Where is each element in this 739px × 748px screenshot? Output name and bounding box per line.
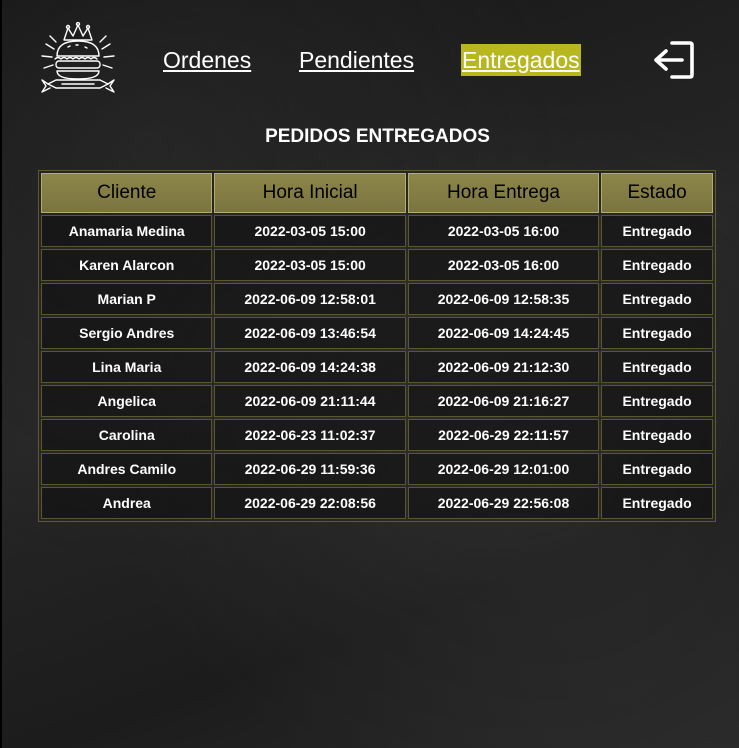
table-row: Angelica 2022-06-09 21:11:44 2022-06-09 … <box>41 385 713 417</box>
column-header-estado: Estado <box>601 173 713 213</box>
delivered-orders-table: Cliente Hora Inicial Hora Entrega Estado… <box>38 170 716 522</box>
cell-hora-inicial: 2022-06-29 11:59:36 <box>214 453 406 485</box>
cell-estado: Entregado <box>601 487 713 519</box>
cell-estado: Entregado <box>601 419 713 451</box>
cell-estado: Entregado <box>601 283 713 315</box>
cell-hora-inicial: 2022-06-09 12:58:01 <box>214 283 406 315</box>
cell-estado: Entregado <box>601 215 713 247</box>
cell-estado: Entregado <box>601 249 713 281</box>
cell-estado: Entregado <box>601 317 713 349</box>
nav-ordenes-link[interactable]: Ordenes <box>163 44 251 76</box>
cell-hora-inicial: 2022-03-05 15:00 <box>214 249 406 281</box>
cell-hora-inicial: 2022-03-05 15:00 <box>214 215 406 247</box>
table-row: Carolina 2022-06-23 11:02:37 2022-06-29 … <box>41 419 713 451</box>
cell-hora-inicial: 2022-06-09 13:46:54 <box>214 317 406 349</box>
cell-hora-entrega: 2022-06-09 21:12:30 <box>407 351 600 383</box>
cell-estado: Entregado <box>601 351 713 383</box>
cell-hora-entrega: 2022-03-05 16:00 <box>407 215 600 247</box>
cell-hora-entrega: 2022-06-29 12:01:00 <box>407 453 600 485</box>
nav-pendientes-link[interactable]: Pendientes <box>299 44 414 76</box>
cell-hora-entrega: 2022-03-05 16:00 <box>407 249 600 281</box>
cell-hora-inicial: 2022-06-23 11:02:37 <box>214 419 406 451</box>
cell-cliente: Angelica <box>41 385 213 417</box>
table-row: Sergio Andres 2022-06-09 13:46:54 2022-0… <box>41 317 713 349</box>
table-row: Anamaria Medina 2022-03-05 15:00 2022-03… <box>41 215 713 247</box>
cell-estado: Entregado <box>601 453 713 485</box>
cell-hora-entrega: 2022-06-09 21:16:27 <box>407 385 600 417</box>
table-row: Karen Alarcon 2022-03-05 15:00 2022-03-0… <box>41 249 713 281</box>
cell-hora-inicial: 2022-06-09 14:24:38 <box>214 351 406 383</box>
cell-cliente: Carolina <box>41 419 213 451</box>
logout-button[interactable] <box>650 40 696 80</box>
cell-hora-inicial: 2022-06-29 22:08:56 <box>214 487 406 519</box>
cell-hora-entrega: 2022-06-09 14:24:45 <box>407 317 600 349</box>
table-row: Lina Maria 2022-06-09 14:24:38 2022-06-0… <box>41 351 713 383</box>
cell-hora-entrega: 2022-06-29 22:11:57 <box>407 419 600 451</box>
table-row: Andrea 2022-06-29 22:08:56 2022-06-29 22… <box>41 487 713 519</box>
burger-crown-logo-icon <box>38 21 118 98</box>
cell-cliente: Andrea <box>41 487 213 519</box>
cell-cliente: Sergio Andres <box>41 317 213 349</box>
left-edge <box>0 0 2 748</box>
cell-cliente: Marian P <box>41 283 213 315</box>
column-header-cliente: Cliente <box>41 173 213 213</box>
nav-entregados-link[interactable]: Entregados <box>461 44 581 76</box>
table-row: Andres Camilo 2022-06-29 11:59:36 2022-0… <box>41 453 713 485</box>
cell-estado: Entregado <box>601 385 713 417</box>
table-row: Marian P 2022-06-09 12:58:01 2022-06-09 … <box>41 283 713 315</box>
cell-hora-entrega: 2022-06-09 12:58:35 <box>407 283 600 315</box>
cell-cliente: Karen Alarcon <box>41 249 213 281</box>
table-header-row: Cliente Hora Inicial Hora Entrega Estado <box>41 173 713 213</box>
cell-cliente: Anamaria Medina <box>41 215 213 247</box>
column-header-hora-entrega: Hora Entrega <box>407 173 600 213</box>
logout-icon <box>654 41 694 79</box>
cell-cliente: Andres Camilo <box>41 453 213 485</box>
column-header-hora-inicial: Hora Inicial <box>214 173 406 213</box>
cell-hora-inicial: 2022-06-09 21:11:44 <box>214 385 406 417</box>
page-title: PEDIDOS ENTREGADOS <box>265 126 490 147</box>
cell-hora-entrega: 2022-06-29 22:56:08 <box>407 487 600 519</box>
cell-cliente: Lina Maria <box>41 351 213 383</box>
